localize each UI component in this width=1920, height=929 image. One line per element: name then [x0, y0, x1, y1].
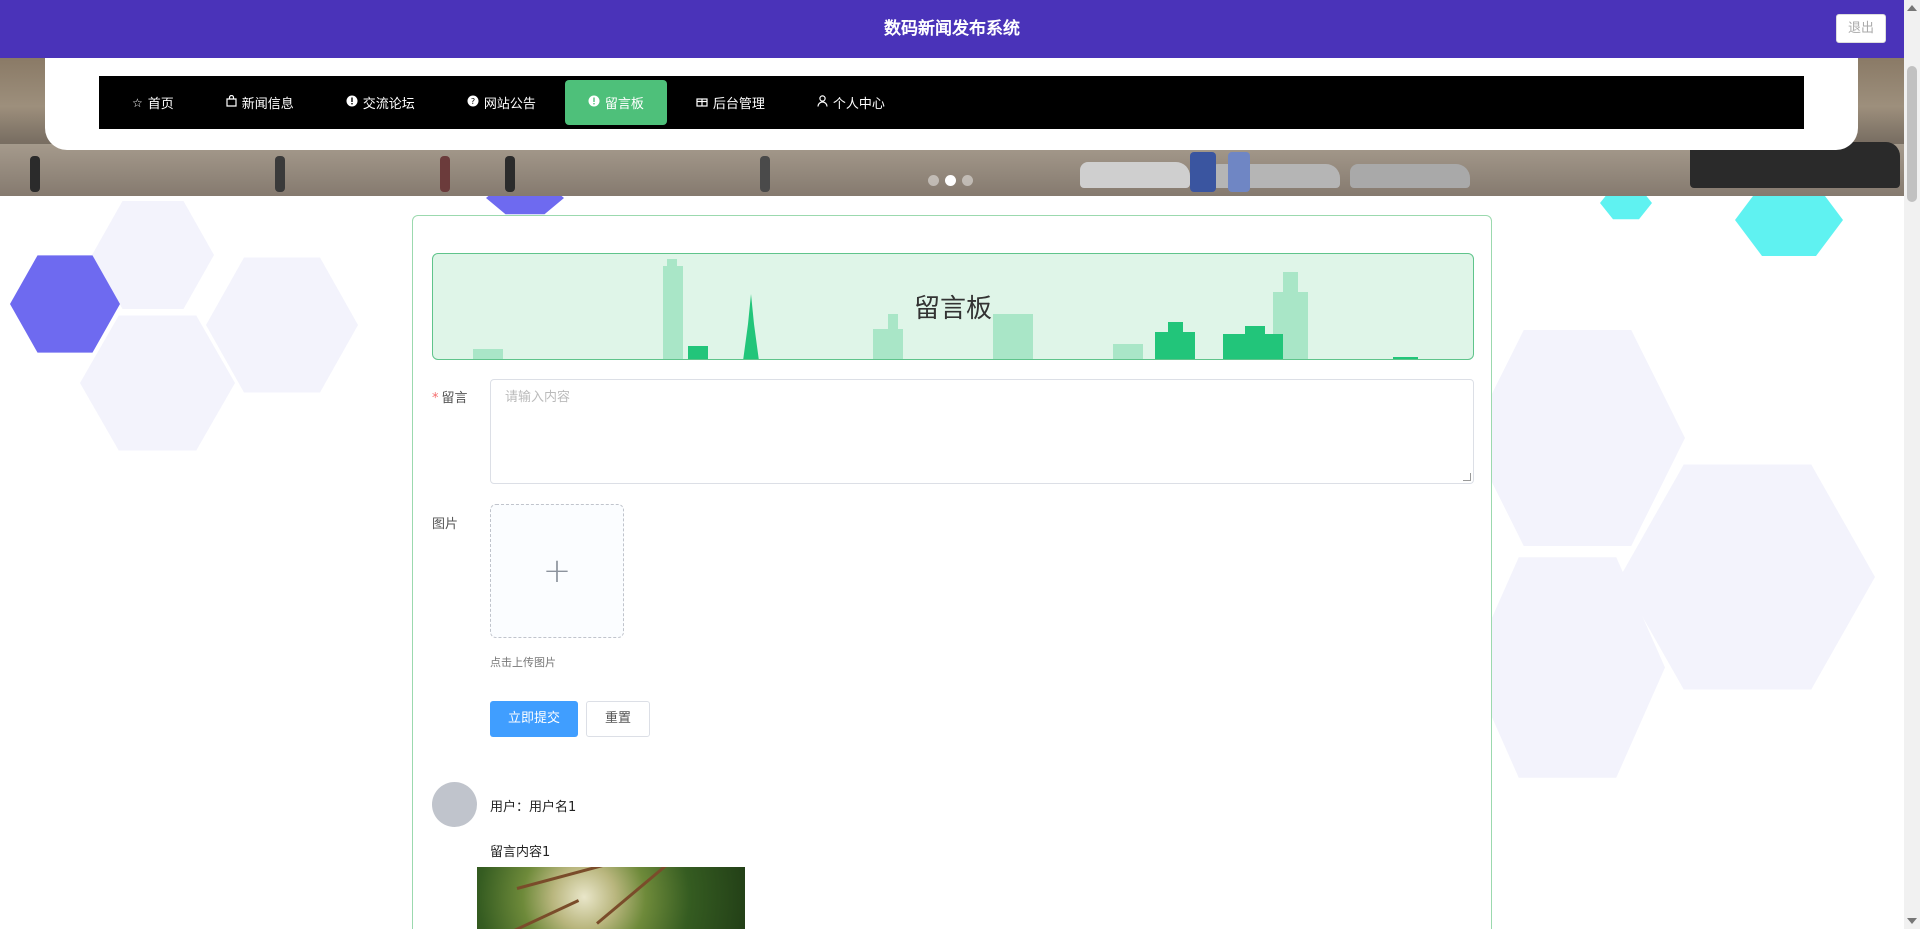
- nav-item-admin[interactable]: 后台管理: [673, 80, 788, 125]
- site-title: 数码新闻发布系统: [884, 19, 1020, 39]
- nav-item-label: 网站公告: [483, 97, 536, 112]
- svg-text:?: ?: [471, 97, 475, 106]
- message-content: 留言内容1: [490, 845, 551, 860]
- top-bar: 数码新闻发布系统 退出: [0, 0, 1904, 58]
- star-icon: ☆: [132, 95, 143, 110]
- banner-car: [1080, 162, 1190, 188]
- nav-item-label: 留言板: [604, 97, 644, 112]
- banner-person: [505, 156, 515, 192]
- banner-ground: [0, 144, 1904, 196]
- nav-item-message-board[interactable]: 留言板: [564, 80, 667, 125]
- board-header: 留言板: [432, 253, 1474, 360]
- carousel-dot[interactable]: [962, 175, 973, 186]
- banner-car: [1350, 164, 1470, 188]
- question-icon: ?: [467, 95, 479, 110]
- info-icon: [346, 95, 358, 110]
- message-textarea[interactable]: 请输入内容: [490, 379, 1474, 484]
- banner-person: [1228, 152, 1250, 192]
- banner-person: [440, 156, 450, 192]
- nav-item-home[interactable]: ☆ 首页: [109, 80, 197, 125]
- image-branch: [596, 867, 683, 925]
- main-nav: ☆ 首页 新闻信息 交流论坛 ? 网站公告 留言板 后台管理 个人中心: [99, 76, 1804, 129]
- message-image: [477, 867, 745, 929]
- carousel-dot[interactable]: [928, 175, 939, 186]
- user-icon: [817, 95, 828, 110]
- message-user: 用户：用户名1: [490, 800, 577, 815]
- scroll-down-icon[interactable]: [1907, 918, 1917, 924]
- submit-button[interactable]: 立即提交: [490, 701, 578, 737]
- nav-item-label: 新闻信息: [241, 97, 294, 112]
- nav-item-profile[interactable]: 个人中心: [794, 80, 908, 125]
- nav-item-announcements[interactable]: ? 网站公告: [444, 80, 559, 125]
- gift-icon: [696, 95, 708, 110]
- image-label: 图片: [432, 517, 459, 532]
- banner-person: [30, 156, 40, 192]
- banner-person: [760, 156, 770, 192]
- page-scrollbar[interactable]: [1904, 0, 1920, 929]
- nav-item-news[interactable]: 新闻信息: [203, 80, 317, 125]
- image-branch: [496, 899, 580, 929]
- message-placeholder: 请输入内容: [505, 390, 571, 405]
- reset-button[interactable]: 重置: [586, 701, 650, 737]
- banner-person: [1190, 152, 1216, 192]
- bag-icon: [226, 94, 237, 110]
- message-label-text: 留言: [441, 391, 468, 406]
- banner-person: [275, 156, 285, 192]
- nav-item-label: 交流论坛: [362, 97, 415, 112]
- carousel-dot-active[interactable]: [945, 175, 956, 186]
- required-asterisk: *: [432, 391, 439, 406]
- board-title: 留言板: [913, 294, 992, 324]
- nav-item-forum[interactable]: 交流论坛: [323, 80, 438, 125]
- scroll-up-icon[interactable]: [1907, 5, 1917, 11]
- info-icon: [588, 95, 600, 110]
- image-upload-box[interactable]: +: [490, 504, 624, 638]
- logout-button[interactable]: 退出: [1836, 14, 1886, 43]
- nav-item-label: 后台管理: [712, 97, 765, 112]
- image-branch: [516, 867, 634, 890]
- nav-item-label: 个人中心: [832, 97, 885, 112]
- resize-grip-icon[interactable]: [1463, 473, 1471, 481]
- avatar: [432, 782, 477, 827]
- message-label: * 留言: [432, 387, 468, 406]
- nav-item-label: 首页: [147, 97, 174, 112]
- message-board-panel: 留言板 * 留言 请输入内容 图片 + 点击上传图片 立即提交 重置 用户：用户名…: [412, 215, 1492, 929]
- plus-icon: +: [542, 551, 572, 591]
- carousel-indicators: [928, 175, 973, 186]
- upload-hint: 点击上传图片: [490, 656, 556, 669]
- scroll-thumb[interactable]: [1907, 66, 1917, 202]
